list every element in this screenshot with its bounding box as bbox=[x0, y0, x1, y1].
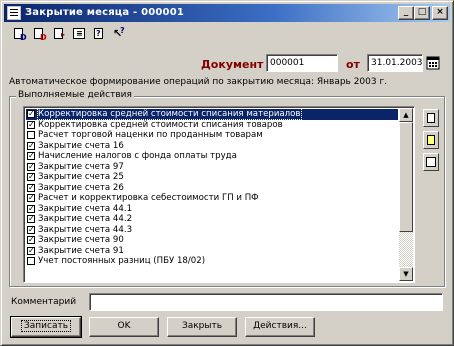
action-checkbox[interactable]: ✓ bbox=[27, 225, 35, 234]
scroll-up-button[interactable]: ▲ bbox=[399, 108, 413, 122]
record-button[interactable]: Записать bbox=[10, 316, 82, 338]
check-all-button[interactable] bbox=[423, 109, 439, 127]
action-row[interactable]: Учет постоянных разниц (ПБУ 18/02) bbox=[26, 256, 398, 267]
calendar-button[interactable] bbox=[425, 54, 441, 72]
uncheck-all-button[interactable] bbox=[423, 131, 439, 149]
action-row[interactable]: Расчет торговой наценки по проданным тов… bbox=[26, 130, 398, 141]
action-label: Закрытие счета 25 bbox=[38, 172, 124, 182]
minimize-button[interactable]: _ bbox=[398, 6, 414, 20]
toolbar: D D ▸ ≡ ? ↖? bbox=[9, 26, 209, 44]
action-row[interactable]: ✓ Закрытие счета 44.2 bbox=[26, 214, 398, 225]
date-label: от bbox=[346, 58, 360, 71]
document-icon bbox=[7, 6, 21, 20]
actions-rows: ✓ Корректировка средней стоимости списани… bbox=[26, 108, 398, 267]
action-row[interactable]: ✓ Расчет и корректировка себестоимости ГП… bbox=[26, 193, 398, 204]
document-number-label: Документ № bbox=[201, 58, 281, 71]
action-row[interactable]: ✓ Закрытие счета 44.3 bbox=[26, 225, 398, 236]
action-label: Закрытие счета 44.2 bbox=[38, 214, 133, 224]
action-row[interactable]: ✓ Закрытие счета 91 bbox=[26, 246, 398, 257]
calendar-icon bbox=[426, 56, 440, 70]
action-checkbox[interactable]: ✓ bbox=[27, 183, 35, 192]
action-checkbox[interactable] bbox=[27, 257, 35, 265]
invert-button[interactable] bbox=[423, 153, 439, 171]
action-checkbox[interactable]: ✓ bbox=[27, 204, 35, 213]
action-label: Закрытие счета 26 bbox=[38, 182, 124, 193]
action-checkbox[interactable]: ✓ bbox=[27, 110, 35, 118]
action-row[interactable]: ✓ Закрытие счета 16 bbox=[26, 141, 398, 152]
period-description: Автоматическое формирование операций по … bbox=[9, 77, 388, 87]
action-label: Расчет и корректировка себестоимости ГП … bbox=[38, 193, 259, 203]
action-row[interactable]: ✓ Корректировка средней стоимости списани… bbox=[26, 108, 398, 120]
close-button[interactable]: × bbox=[432, 6, 448, 20]
close-dialog-button[interactable]: Закрыть bbox=[167, 317, 237, 337]
check-all-icon bbox=[427, 113, 435, 123]
doc-dt-icon[interactable]: D bbox=[31, 26, 47, 42]
action-label: Корректировка средней стоимости списания… bbox=[37, 108, 302, 120]
action-label: Закрытие счета 91 bbox=[38, 245, 124, 256]
action-checkbox[interactable]: ✓ bbox=[27, 236, 35, 244]
action-label: Учет постоянных разниц (ПБУ 18/02) bbox=[38, 256, 206, 266]
doc-d-icon[interactable]: D bbox=[11, 26, 27, 42]
action-checkbox[interactable]: ✓ bbox=[27, 246, 35, 255]
maximize-button[interactable]: □ bbox=[414, 6, 430, 20]
help-pointer-icon[interactable]: ↖? bbox=[111, 26, 127, 42]
actions-list[interactable]: ✓ Корректировка средней стоимости списани… bbox=[23, 106, 415, 283]
action-row[interactable]: ✓ Закрытие счета 26 bbox=[26, 183, 398, 194]
action-label: Закрытие счета 44.3 bbox=[38, 224, 133, 235]
comment-field[interactable] bbox=[89, 293, 443, 311]
window-title: Закрытие месяца - 000001 bbox=[25, 7, 185, 18]
action-label: Закрытие счета 44.1 bbox=[38, 203, 133, 214]
action-checkbox[interactable]: ✓ bbox=[27, 120, 35, 129]
actions-group-title: Выполняемые действия bbox=[16, 90, 134, 100]
record-button-label: Записать bbox=[20, 320, 72, 332]
action-label: Закрытие счета 16 bbox=[38, 140, 124, 151]
action-row[interactable]: ✓ Корректировка средней стоимости списани… bbox=[26, 120, 398, 131]
action-checkbox[interactable]: ✓ bbox=[27, 215, 35, 223]
action-row[interactable]: ✓ Закрытие счета 25 bbox=[26, 172, 398, 183]
date-field[interactable]: 31.01.2003 bbox=[367, 54, 423, 72]
action-checkbox[interactable] bbox=[27, 131, 35, 139]
action-row[interactable]: ✓ Начисление налогов с фонда оплаты труда bbox=[26, 151, 398, 162]
dialog-window: Закрытие месяца - 000001 _ □ × D D ▸ ≡ ?… bbox=[0, 0, 454, 346]
vertical-scrollbar[interactable]: ▲ ▼ bbox=[399, 108, 413, 281]
action-checkbox[interactable]: ✓ bbox=[27, 141, 35, 150]
action-row[interactable]: ✓ Закрытие счета 97 bbox=[26, 162, 398, 173]
comment-label: Комментарий bbox=[11, 297, 77, 307]
invert-icon bbox=[426, 157, 436, 167]
action-checkbox[interactable]: ✓ bbox=[27, 162, 35, 171]
title-bar[interactable]: Закрытие месяца - 000001 _ □ × bbox=[4, 4, 450, 22]
action-checkbox[interactable]: ✓ bbox=[27, 152, 35, 160]
action-row[interactable]: ✓ Закрытие счета 90 bbox=[26, 235, 398, 246]
action-label: Закрытие счета 97 bbox=[38, 161, 124, 172]
scroll-thumb[interactable] bbox=[399, 122, 413, 232]
document-number-field[interactable]: 000001 bbox=[266, 54, 338, 72]
doc-arrow-icon[interactable]: ▸ bbox=[51, 26, 67, 42]
action-label: Расчет торговой наценки по проданным тов… bbox=[38, 130, 263, 140]
action-row[interactable]: ✓ Закрытие счета 44.1 bbox=[26, 204, 398, 215]
action-checkbox[interactable]: ✓ bbox=[27, 173, 35, 181]
action-checkbox[interactable]: ✓ bbox=[27, 194, 35, 202]
help-icon[interactable]: ? bbox=[91, 26, 107, 42]
action-label: Начисление налогов с фонда оплаты труда bbox=[38, 151, 237, 161]
list-icon[interactable]: ≡ bbox=[71, 26, 87, 42]
scroll-down-button[interactable]: ▼ bbox=[399, 267, 413, 281]
action-label: Закрытие счета 90 bbox=[38, 235, 124, 245]
action-label: Корректировка средней стоимости списания… bbox=[38, 119, 283, 130]
actions-menu-button[interactable]: Действия... bbox=[245, 317, 315, 337]
uncheck-all-icon bbox=[427, 135, 435, 145]
ok-button[interactable]: OK bbox=[89, 317, 159, 337]
